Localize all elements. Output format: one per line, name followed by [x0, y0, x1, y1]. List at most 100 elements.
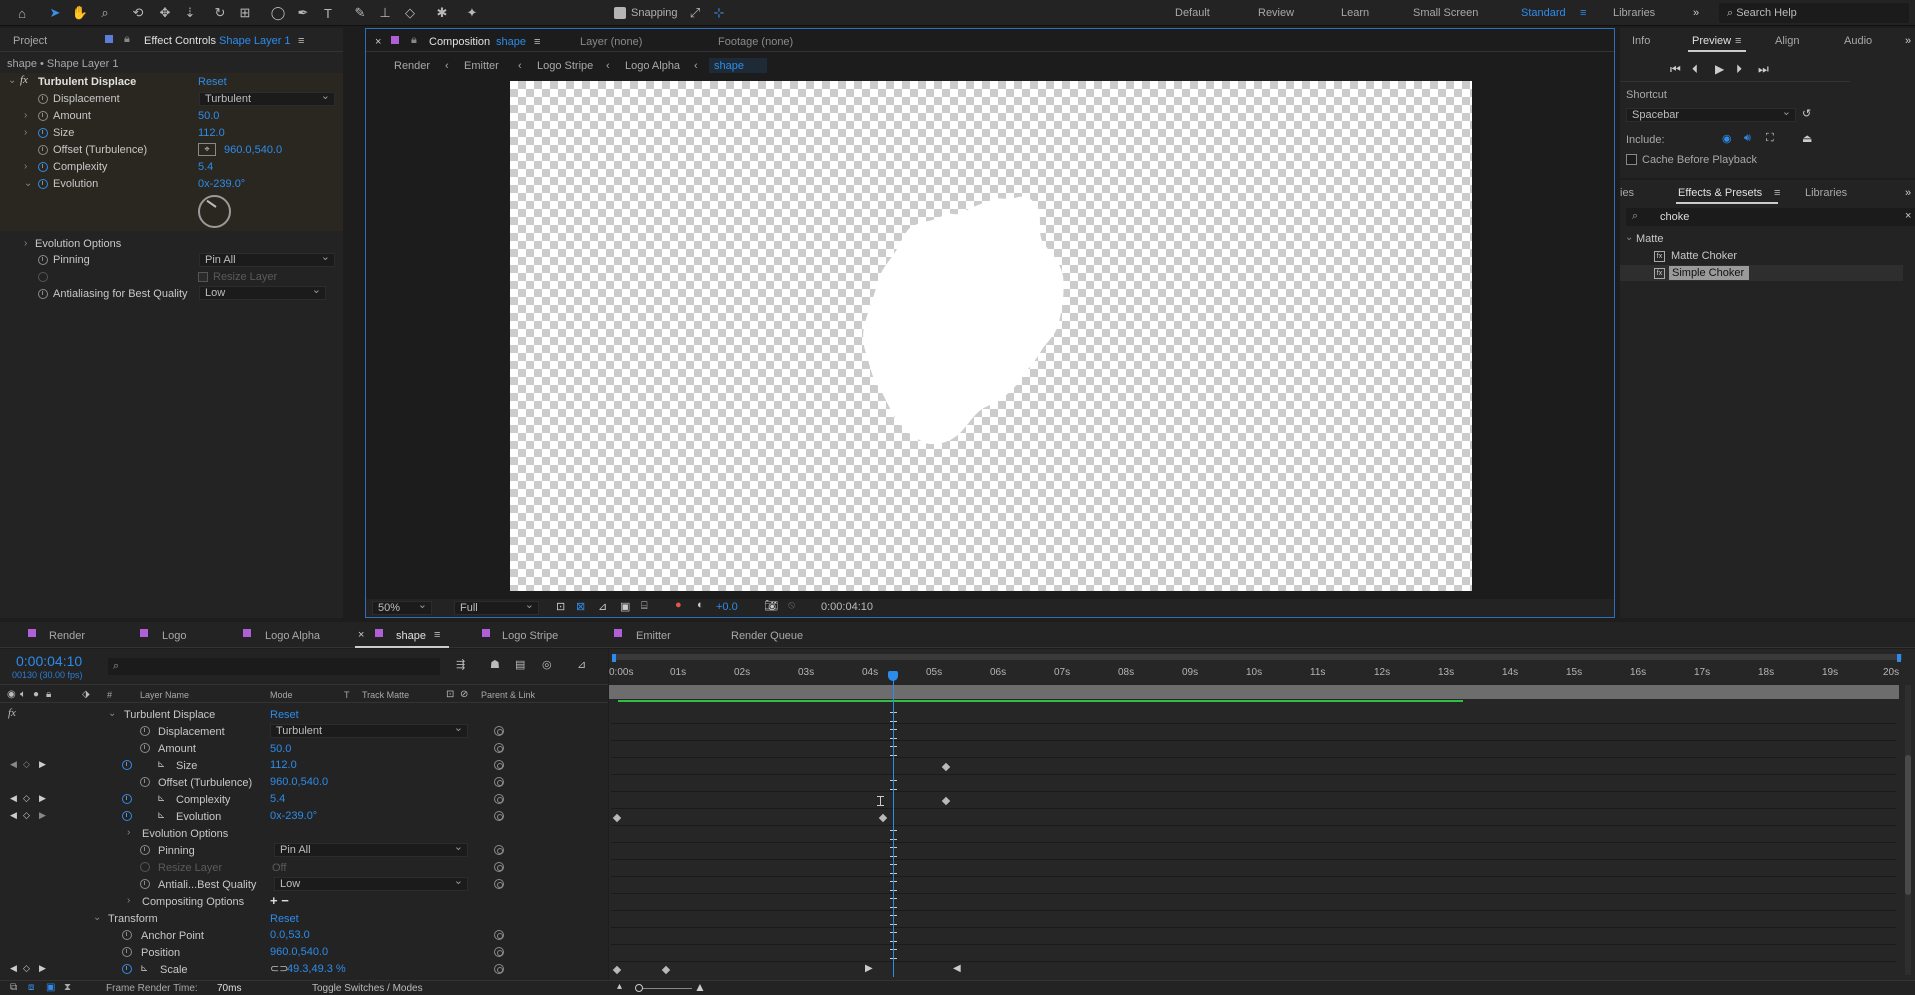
add-keyframe-icon[interactable]: ◇ — [23, 810, 30, 821]
home-icon[interactable]: ⌂ — [12, 3, 32, 23]
3d-view-icon[interactable]: ⌸ — [641, 600, 648, 613]
next-keyframe-icon[interactable]: ▶ — [39, 810, 46, 821]
tl-resize-layer-value[interactable]: Off — [272, 862, 286, 874]
comp-viewer-canvas[interactable] — [510, 81, 1472, 591]
effect-controls-target[interactable]: Shape Layer 1 — [219, 35, 291, 47]
tab-shape[interactable]: shape — [396, 630, 426, 642]
tl-anchor-value[interactable]: 0.0,53.0 — [270, 929, 310, 941]
collapse-chevron-icon[interactable]: ⌄ — [108, 708, 116, 719]
frame-blending-icon[interactable]: ▤ — [515, 658, 525, 671]
lock-icon[interactable]: 🔒︎ — [411, 34, 417, 47]
puppet-tool-icon[interactable]: ✦ — [462, 3, 482, 23]
effect-expand-chevron-icon[interactable]: ⌄ — [8, 75, 16, 86]
zoom-slider-thumb[interactable] — [635, 984, 643, 992]
breadcrumb-emitter[interactable]: Emitter — [464, 60, 499, 72]
solo-icon[interactable]: ● — [33, 689, 39, 700]
collapse-chevron-icon[interactable]: ⌄ — [24, 178, 32, 189]
fx-icon[interactable]: fx — [8, 707, 16, 719]
in-out-panes-icon[interactable]: ▣ — [46, 982, 55, 993]
tab-logo[interactable]: Logo — [162, 630, 186, 642]
category-chevron-icon[interactable]: ⌄ — [1625, 232, 1633, 243]
expand-chevron-icon[interactable]: › — [24, 161, 27, 172]
tab-project[interactable]: Project — [13, 35, 47, 47]
tab-composition[interactable]: Composition — [429, 36, 490, 48]
region-of-interest-icon[interactable]: ⊡ — [556, 600, 565, 613]
graph-editor-icon[interactable]: ⊿ — [577, 658, 586, 671]
ellipse-tool-icon[interactable]: ◯ — [268, 3, 288, 23]
tl-pinning-dropdown[interactable]: Pin All — [274, 841, 468, 857]
graph-icon[interactable]: ⊾ — [157, 810, 165, 821]
lock-icon[interactable]: 🔒︎ — [46, 689, 51, 700]
pickwhip-icon[interactable] — [494, 760, 504, 770]
search-help-field[interactable]: ⌕ Search Help — [1719, 3, 1909, 23]
stopwatch-active-icon[interactable] — [122, 794, 132, 804]
orbit-camera-icon[interactable]: ⟲ — [128, 3, 148, 23]
dolly-camera-icon[interactable]: ⇣ — [180, 3, 200, 23]
prev-keyframe-icon[interactable]: ◀ — [10, 793, 17, 804]
lock-icon[interactable]: 🔒︎ — [124, 33, 130, 46]
compositing-add-remove[interactable]: + − — [270, 893, 289, 908]
first-frame-icon[interactable]: ⏮ — [1670, 62, 1681, 77]
col-track-matte[interactable]: Track Matte — [362, 690, 409, 700]
pinning-dropdown[interactable]: Pin All — [199, 251, 335, 267]
expand-chevron-icon[interactable]: › — [127, 895, 130, 906]
workspace-small-screen[interactable]: Small Screen — [1413, 7, 1478, 19]
pan-camera-icon[interactable]: ✥ — [155, 3, 175, 23]
pan-behind-icon[interactable]: ⊞ — [235, 3, 255, 23]
stopwatch-icon[interactable] — [140, 726, 150, 736]
work-area-bar[interactable] — [612, 654, 1902, 660]
reset-exposure-icon[interactable]: ◐ — [697, 599, 704, 611]
tl-amount-value[interactable]: 50.0 — [270, 743, 291, 755]
workspace-standard[interactable]: Standard — [1521, 7, 1566, 19]
amount-value[interactable]: 50.0 — [198, 110, 219, 122]
col-parent-link[interactable]: Parent & Link — [481, 690, 535, 700]
render-time-pane-icon[interactable]: ⧗ — [64, 982, 71, 993]
clear-search-icon[interactable]: × — [1905, 210, 1911, 222]
eraser-tool-icon[interactable]: ◇ — [400, 3, 420, 23]
snapshot-camera-icon[interactable]: 📷︎ — [764, 599, 778, 612]
panel-menu-icon[interactable]: ≡ — [1735, 35, 1741, 47]
include-video-icon[interactable]: ◉ — [1722, 132, 1732, 145]
transparency-grid-icon[interactable]: ⊠ — [576, 600, 585, 613]
displacement-dropdown[interactable]: Turbulent — [199, 90, 335, 106]
workspace-review[interactable]: Review — [1258, 7, 1294, 19]
evolution-dial[interactable] — [198, 195, 231, 228]
toggle-switches-modes[interactable]: Toggle Switches / Modes — [312, 983, 423, 994]
next-keyframe-icon[interactable]: ▶ — [39, 759, 46, 770]
graph-icon[interactable]: ⊾ — [157, 793, 165, 804]
stopwatch-active-icon[interactable] — [122, 811, 132, 821]
brush-tool-icon[interactable]: ✎ — [350, 3, 370, 23]
breadcrumb-render[interactable]: Render — [394, 60, 430, 72]
resolution-dropdown[interactable]: Full — [454, 599, 539, 615]
effect-item-simple-choker[interactable]: Simple Choker — [1672, 267, 1744, 279]
tab-properties[interactable]: ies — [1620, 187, 1634, 199]
col-layer-name[interactable]: Layer Name — [140, 690, 189, 700]
scrollbar-thumb[interactable] — [1905, 755, 1911, 895]
tl-antialiasing-dropdown[interactable]: Low — [274, 875, 468, 891]
mask-visibility-icon[interactable]: ⊿ — [598, 600, 607, 613]
stopwatch-active-icon[interactable] — [38, 179, 48, 189]
pickwhip-icon[interactable] — [494, 862, 504, 872]
expand-chevron-icon[interactable]: › — [24, 110, 27, 121]
more-panels-icon[interactable]: » — [1905, 35, 1911, 47]
expand-chevron-icon[interactable]: › — [24, 238, 27, 249]
tl-complexity-value[interactable]: 5.4 — [270, 793, 285, 805]
clone-stamp-icon[interactable]: ⊥ — [375, 3, 395, 23]
work-area-end[interactable] — [1897, 654, 1901, 662]
transfer-controls-icon[interactable]: ⧈ — [28, 982, 34, 993]
add-keyframe-icon[interactable]: ◇ — [23, 963, 30, 974]
col-mode[interactable]: Mode — [270, 690, 293, 700]
workspace-libraries[interactable]: Libraries — [1613, 7, 1655, 19]
tab-audio[interactable]: Audio — [1844, 35, 1872, 47]
tab-logo-stripe[interactable]: Logo Stripe — [502, 630, 558, 642]
hand-tool-icon[interactable]: ✋ — [70, 3, 90, 23]
category-matte[interactable]: Matte — [1636, 233, 1664, 245]
tab-align[interactable]: Align — [1775, 35, 1799, 47]
tab-effect-controls[interactable]: Effect Controls — [144, 35, 216, 47]
add-keyframe-icon[interactable]: ◇ — [23, 793, 30, 804]
graph-icon[interactable]: ⊾ — [157, 759, 165, 770]
close-tab-icon[interactable]: × — [375, 36, 381, 48]
next-keyframe-icon[interactable]: ▶ — [39, 793, 46, 804]
motion-blur-icon[interactable]: ◎ — [542, 658, 552, 671]
pickwhip-icon[interactable] — [494, 777, 504, 787]
